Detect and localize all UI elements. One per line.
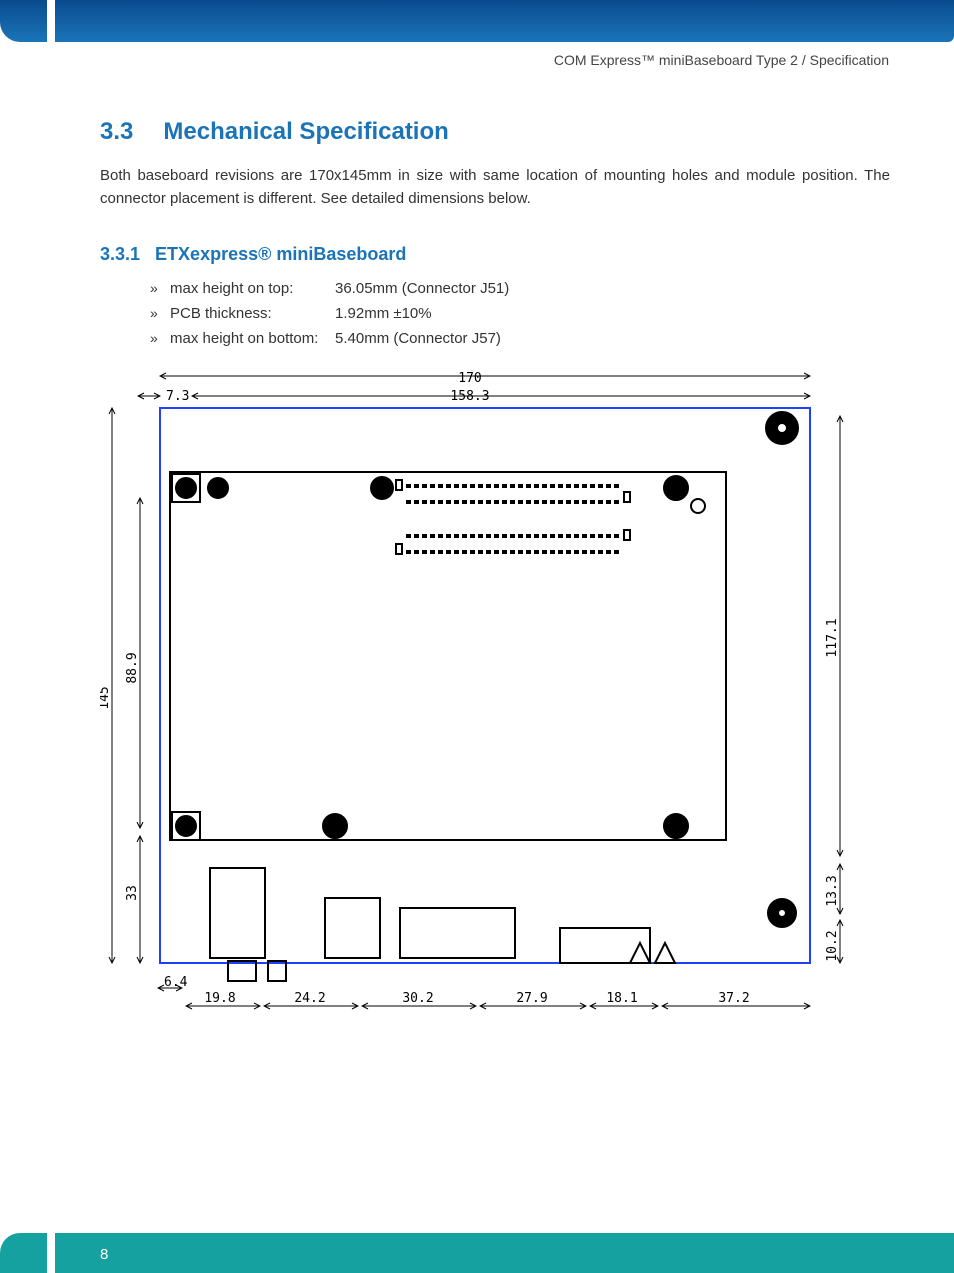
breadcrumb: COM Express™ miniBaseboard Type 2 / Spec…: [554, 52, 889, 68]
dim-bottom-b: 19.8: [204, 991, 235, 1006]
mechanical-drawing: 170 7.3 158.3: [100, 368, 860, 1018]
dim-top-inner: 158.3: [450, 389, 489, 404]
section-title: Mechanical Specification: [163, 118, 448, 145]
spec-label: max height on bottom:: [170, 330, 335, 347]
spec-row: » PCB thickness: 1.92mm ±10%: [150, 305, 509, 322]
dim-right-lower: 10.2: [825, 930, 840, 961]
spec-row: » max height on bottom: 5.40mm (Connecto…: [150, 330, 509, 347]
bullet-icon: »: [150, 305, 170, 321]
section-paragraph: Both baseboard revisions are 170x145mm i…: [100, 164, 890, 211]
section-number: 3.3: [100, 118, 133, 145]
page-number: 8: [100, 1246, 108, 1263]
dim-bottom-f: 18.1: [606, 991, 637, 1006]
dim-bottom-e: 27.9: [516, 991, 547, 1006]
footer-bar: [0, 1233, 954, 1273]
dim-right-upper: 117.1: [825, 618, 840, 657]
dim-bottom-a: 6.4: [164, 975, 188, 990]
spec-value: 1.92mm ±10%: [335, 305, 432, 322]
subsection-title: ETXexpress® miniBaseboard: [155, 244, 406, 264]
dim-right-mid: 13.3: [825, 875, 840, 906]
spec-label: max height on top:: [170, 280, 335, 297]
subsection-number: 3.3.1: [100, 244, 140, 264]
dim-left-inner: 88.9: [125, 652, 140, 683]
dim-top-overall: 170: [458, 371, 481, 386]
spec-value: 5.40mm (Connector J57): [335, 330, 501, 347]
dim-bottom-g: 37.2: [718, 991, 749, 1006]
spec-row: » max height on top: 36.05mm (Connector …: [150, 280, 509, 297]
bullet-icon: »: [150, 280, 170, 296]
dim-left-overall: 145: [100, 686, 112, 709]
bullet-icon: »: [150, 330, 170, 346]
section-heading: 3.3 Mechanical Specification: [100, 118, 449, 146]
subsection-heading: 3.3.1 ETXexpress® miniBaseboard: [100, 244, 406, 265]
dim-left-lower: 33: [125, 885, 140, 901]
header-banner: [0, 0, 954, 42]
dim-top-offset: 7.3: [166, 389, 189, 404]
spec-list: » max height on top: 36.05mm (Connector …: [150, 280, 509, 355]
dim-bottom-d: 30.2: [402, 991, 433, 1006]
spec-label: PCB thickness:: [170, 305, 335, 322]
spec-value: 36.05mm (Connector J51): [335, 280, 509, 297]
dim-bottom-c: 24.2: [294, 991, 325, 1006]
